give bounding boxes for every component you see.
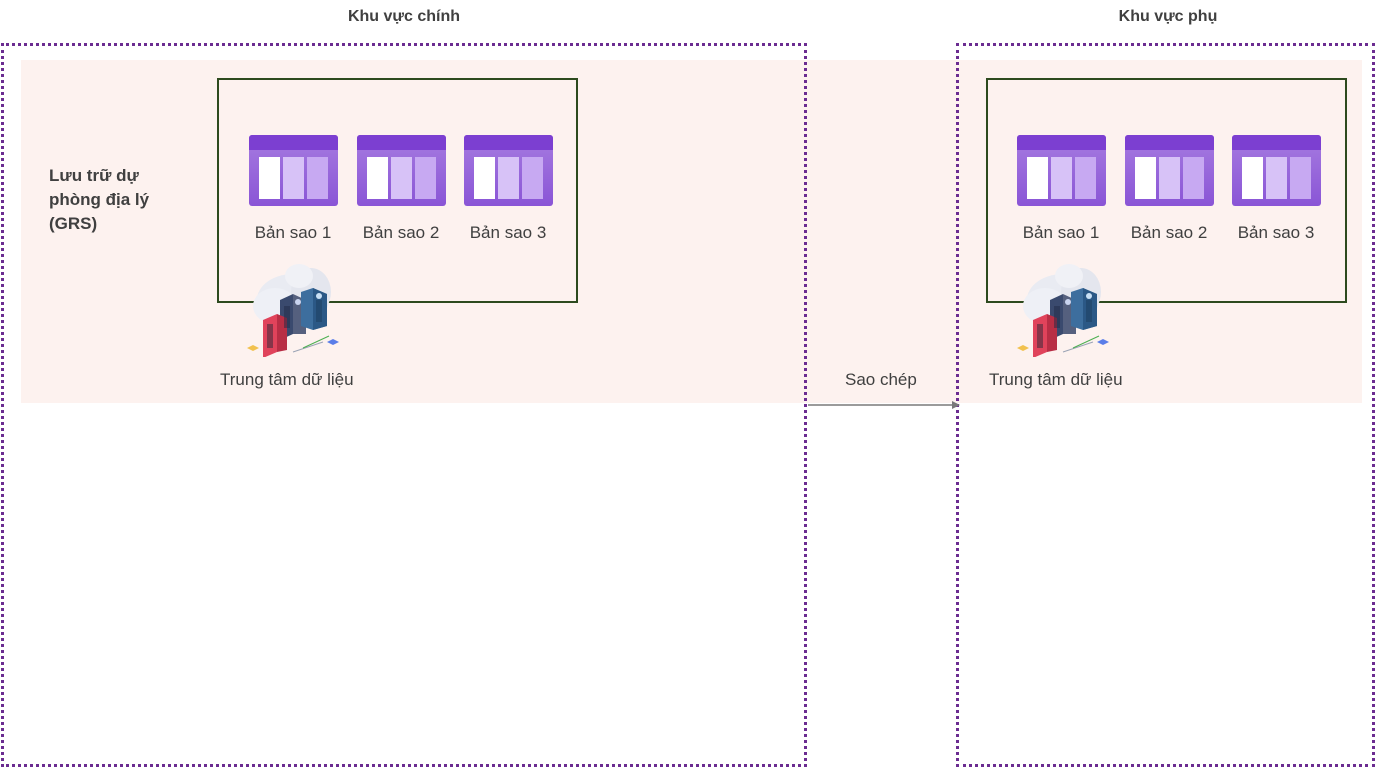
secondary-replica-2: Bản sao 2 — [1124, 135, 1214, 243]
grs-label: Lưu trữ dự phòng địa lý (GRS) — [49, 166, 150, 233]
primary-datacenter-label: Trung tâm dữ liệu — [220, 370, 354, 389]
replication-label: Sao chép — [845, 370, 917, 389]
replication-arrow-icon — [808, 401, 960, 409]
primary-replica-1: Bản sao 1 — [248, 135, 338, 243]
replica-label: Bản sao 3 — [1237, 223, 1315, 242]
storage-table-icon — [1124, 135, 1214, 206]
cloud-datacenter-icon — [1017, 264, 1109, 357]
secondary-replica-1: Bản sao 1 — [1016, 135, 1106, 243]
primary-replica-3: Bản sao 3 — [463, 135, 553, 243]
geo-redundant-storage-diagram: Khu vực chính Khu vực phụ Lưu trữ dự phò… — [0, 0, 1376, 768]
replica-label: Bản sao 1 — [254, 223, 332, 242]
primary-replica-2: Bản sao 2 — [356, 135, 446, 243]
replica-label: Bản sao 2 — [1130, 223, 1208, 242]
replica-label: Bản sao 1 — [1022, 223, 1100, 242]
storage-table-icon — [248, 135, 338, 206]
secondary-datacenter-label: Trung tâm dữ liệu — [989, 370, 1123, 389]
storage-table-icon — [356, 135, 446, 206]
storage-table-icon — [1231, 135, 1321, 206]
secondary-region-title: Khu vực phụ — [1118, 8, 1218, 25]
primary-region-title: Khu vực chính — [347, 8, 461, 25]
replica-label: Bản sao 2 — [362, 223, 440, 242]
storage-table-icon — [1016, 135, 1106, 206]
cloud-datacenter-icon — [247, 264, 339, 357]
replica-label: Bản sao 3 — [469, 223, 547, 242]
secondary-replica-3: Bản sao 3 — [1231, 135, 1321, 243]
storage-table-icon — [463, 135, 553, 206]
